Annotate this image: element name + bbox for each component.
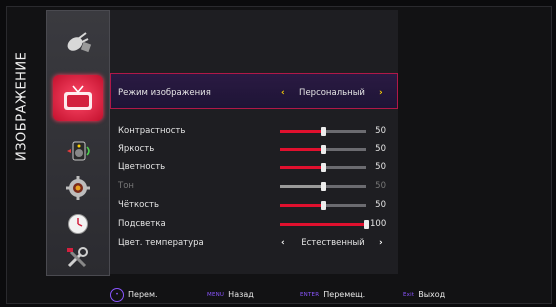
- footer-back-hint: MENU Назад: [207, 289, 254, 301]
- setting-label: Чёткость: [118, 200, 159, 210]
- slider-knob[interactable]: [321, 201, 326, 210]
- setting-value: 50: [375, 126, 386, 136]
- color-temp-left-arrow-icon[interactable]: ‹: [281, 236, 285, 250]
- footer-hint-bar: • Перем. MENU Назад ENTER Перемещ. Exit …: [0, 283, 556, 307]
- slider-knob[interactable]: [321, 127, 326, 136]
- footer-move-hint: • Перем.: [110, 288, 158, 302]
- clock-icon[interactable]: [47, 209, 109, 239]
- section-title: ИЗОБРАЖЕНИЕ: [14, 51, 30, 161]
- setting-slider[interactable]: [280, 145, 366, 154]
- setting-label: Яркость: [118, 144, 155, 154]
- footer-exit-label: Выход: [418, 290, 446, 299]
- setting-slider: [280, 182, 366, 191]
- footer-enter-hint: ENTER Перемещ.: [300, 289, 365, 301]
- picture-mode-value: Персональный: [299, 88, 365, 98]
- color-temp-label: Цвет. температура: [118, 238, 204, 248]
- setting-slider[interactable]: [280, 201, 366, 210]
- picture-mode-label: Режим изображения: [118, 88, 211, 98]
- picture-mode-left-arrow-icon[interactable]: ‹: [281, 86, 285, 100]
- setting-value: 100: [370, 219, 387, 229]
- slider-fill: [280, 204, 323, 207]
- setting-slider[interactable]: [280, 220, 369, 229]
- color-temp-right-arrow-icon[interactable]: ›: [379, 236, 383, 250]
- setting-value: 50: [375, 144, 386, 154]
- exit-key-icon: Exit: [403, 292, 415, 298]
- slider-knob: [321, 182, 326, 191]
- slider-knob[interactable]: [364, 220, 369, 229]
- footer-move-label: Перем.: [128, 290, 158, 299]
- slider-fill: [280, 223, 366, 226]
- setting-slider[interactable]: [280, 127, 366, 136]
- setting-value: 50: [375, 200, 386, 210]
- setting-label: Подсветка: [118, 219, 166, 229]
- picture-mode-right-arrow-icon[interactable]: ›: [379, 86, 383, 100]
- slider-fill: [280, 130, 323, 133]
- setting-label: Цветность: [118, 162, 166, 172]
- navigation-pad-icon: •: [110, 288, 124, 302]
- color-temp-value: Естественный: [301, 238, 365, 248]
- category-icon-bar: [46, 10, 110, 276]
- tv-icon[interactable]: [53, 75, 103, 121]
- footer-enter-label: Перемещ.: [323, 290, 366, 299]
- slider-fill: [280, 166, 323, 169]
- setting-label: Контрастность: [118, 126, 186, 136]
- footer-back-label: Назад: [228, 290, 254, 299]
- setting-value: 50: [375, 162, 386, 172]
- enter-key-icon: ENTER: [300, 292, 320, 298]
- audio-icon[interactable]: [47, 133, 109, 169]
- setting-slider[interactable]: [280, 163, 366, 172]
- slider-fill: [280, 185, 323, 188]
- footer-exit-hint: Exit Выход: [403, 289, 445, 301]
- setting-value: 50: [375, 181, 386, 191]
- setting-label: Тон: [118, 181, 134, 191]
- menu-key-icon: MENU: [207, 292, 225, 298]
- satellite-icon[interactable]: [47, 25, 109, 61]
- settings-icon[interactable]: [47, 173, 109, 203]
- slider-knob[interactable]: [321, 145, 326, 154]
- tools-icon[interactable]: [47, 243, 109, 273]
- slider-knob[interactable]: [321, 163, 326, 172]
- slider-fill: [280, 148, 323, 151]
